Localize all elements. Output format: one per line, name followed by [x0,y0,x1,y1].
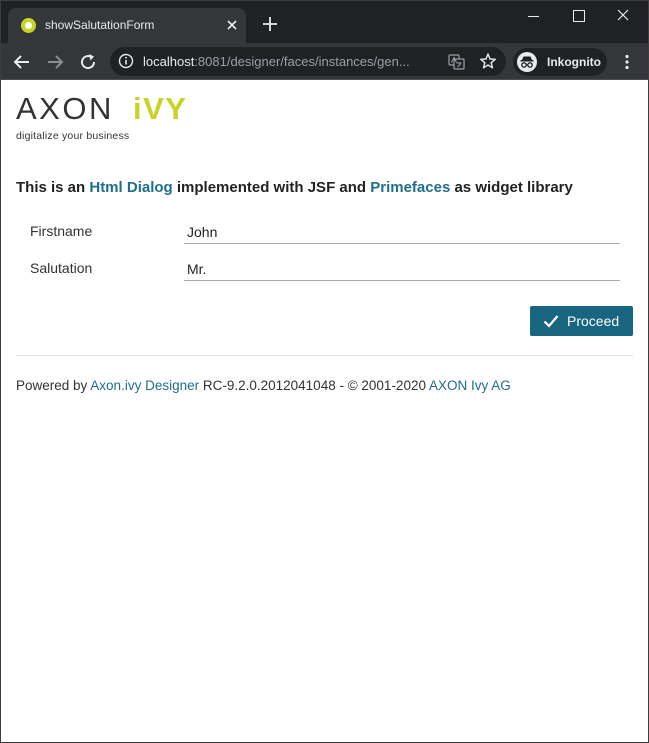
browser-tab[interactable]: showSalutationForm [8,8,246,43]
back-arrow-icon[interactable] [11,51,33,73]
url-host: localhost [143,54,195,69]
favicon-icon [21,18,36,33]
maximize-icon[interactable] [564,4,594,28]
axon-ivy-logo: AXON iVY digitalize your business [16,94,196,142]
incognito-icon [517,52,537,72]
axon-ivy-designer-link[interactable]: Axon.ivy Designer [90,378,199,393]
intro-text-part-2: implemented with JSF and [172,179,371,196]
proceed-button-label: Proceed [567,313,620,329]
url-path: :8081/designer/faces/instances/gen... [194,54,410,69]
intro-text-part-3: as widget library [450,179,573,196]
new-tab-icon[interactable] [259,13,281,35]
proceed-button[interactable]: Proceed [530,306,633,336]
salutation-label: Salutation [30,260,93,276]
firstname-label: Firstname [30,223,93,239]
intro-text-part-1: This is an [16,179,90,196]
browser-toolbar: localhost:8081/designer/faces/instances/… [0,43,649,80]
footer: Powered by Axon.ivy Designer RC-9.2.0.20… [16,378,511,393]
intro-text: This is an Html Dialog implemented with … [16,179,573,196]
profile-label: Inkognito [547,55,601,69]
browser-menu-icon[interactable] [617,52,637,72]
salutation-input[interactable] [184,256,620,281]
footer-text-part-1: Powered by [16,378,91,393]
footer-divider [16,355,633,356]
url-text[interactable]: localhost:8081/designer/faces/instances/… [143,54,433,69]
html-dialog-link[interactable]: Html Dialog [89,179,172,196]
window-close-icon[interactable] [608,4,638,28]
forward-arrow-icon[interactable] [44,51,66,73]
minimize-icon[interactable] [520,4,550,28]
logo-wordmark: AXON iVY [16,94,187,126]
tab-close-icon[interactable] [222,15,242,35]
primefaces-link[interactable]: Primefaces [370,179,450,196]
reload-icon[interactable] [77,51,99,73]
translate-icon[interactable] [448,53,465,70]
browser-titlebar: showSalutationForm [0,0,649,43]
logo-tagline: digitalize your business [16,130,130,142]
check-icon [543,314,559,328]
bookmark-star-icon[interactable] [479,52,497,70]
firstname-input[interactable] [184,219,620,244]
axon-ivy-ag-link[interactable]: AXON Ivy AG [429,378,511,393]
address-bar[interactable]: localhost:8081/designer/faces/instances/… [110,47,506,76]
site-info-icon[interactable] [118,53,134,69]
incognito-profile-button[interactable]: Inkognito [513,48,607,76]
page-content: AXON iVY digitalize your business This i… [1,81,648,742]
logo-brand-left: AXON [16,94,114,126]
footer-version-text: RC-9.2.0.2012041048 - © 2001-2020 [199,378,429,393]
tab-title: showSalutationForm [45,18,155,32]
logo-brand-right: iVY [133,94,187,126]
